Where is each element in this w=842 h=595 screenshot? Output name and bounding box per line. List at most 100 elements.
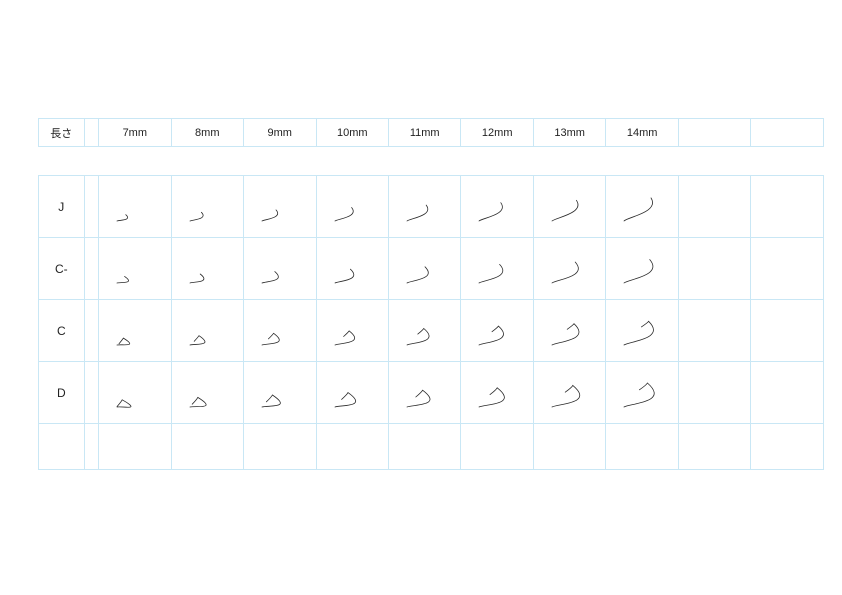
lash-icon [184, 181, 234, 231]
curl-type-label: C [39, 300, 85, 362]
lash-icon [111, 243, 161, 293]
lash-icon [329, 181, 379, 231]
lash-cell [388, 176, 460, 238]
lash-cell [99, 362, 171, 424]
lash-icon [111, 305, 161, 355]
lash-cell [461, 300, 533, 362]
lash-cell [99, 238, 171, 300]
lash-cell [533, 362, 605, 424]
lash-icon [256, 367, 306, 417]
header-label: 長さ [39, 119, 85, 147]
len-12: 12mm [461, 119, 533, 147]
lash-icon [401, 243, 451, 293]
lash-icon [184, 367, 234, 417]
lash-icon [618, 367, 668, 417]
lash-icon [473, 181, 523, 231]
lash-cell [171, 300, 243, 362]
empty-cell [316, 424, 388, 470]
row-spacer [84, 300, 98, 362]
lash-cell [244, 176, 316, 238]
lash-cell [461, 176, 533, 238]
lash-cell [316, 176, 388, 238]
empty-cell [461, 424, 533, 470]
lash-icon [401, 305, 451, 355]
lash-icon [473, 243, 523, 293]
len-11: 11mm [388, 119, 460, 147]
lash-cell [606, 176, 678, 238]
lash-cell [533, 300, 605, 362]
header-spacer [84, 119, 98, 147]
lash-icon [111, 181, 161, 231]
length-header-table: 長さ 7mm 8mm 9mm 10mm 11mm 12mm 13mm 14mm [38, 118, 824, 147]
lash-cell [461, 238, 533, 300]
row-spacer [84, 176, 98, 238]
empty-cell [678, 362, 750, 424]
len-14: 14mm [606, 119, 678, 147]
lash-cell [171, 238, 243, 300]
lash-cell [388, 300, 460, 362]
lash-icon [618, 181, 668, 231]
lash-icon [184, 243, 234, 293]
curl-type-label: C- [39, 238, 85, 300]
lash-cell [244, 238, 316, 300]
empty-cell [678, 300, 750, 362]
curl-type-label: D [39, 362, 85, 424]
empty-cell [751, 176, 824, 238]
curl-row: D [39, 362, 824, 424]
lash-cell [171, 176, 243, 238]
empty-cell [751, 362, 824, 424]
lash-icon [546, 181, 596, 231]
lash-cell [533, 176, 605, 238]
lash-icon [111, 367, 161, 417]
lash-icon [618, 243, 668, 293]
row-spacer [84, 238, 98, 300]
lash-icon [473, 305, 523, 355]
lash-cell [388, 362, 460, 424]
len-9: 9mm [244, 119, 316, 147]
empty-cell [678, 176, 750, 238]
header-trail-2 [751, 119, 824, 147]
empty-cell [606, 424, 678, 470]
header-row: 長さ 7mm 8mm 9mm 10mm 11mm 12mm 13mm 14mm [39, 119, 824, 147]
lash-icon [184, 305, 234, 355]
len-8: 8mm [171, 119, 243, 147]
lash-icon [618, 305, 668, 355]
empty-cell [99, 424, 171, 470]
lash-icon [546, 305, 596, 355]
lash-cell [606, 300, 678, 362]
curl-row: C [39, 300, 824, 362]
lash-icon [546, 243, 596, 293]
lash-icon [329, 305, 379, 355]
empty-cell [751, 238, 824, 300]
empty-cell [751, 424, 824, 470]
lash-icon [256, 243, 306, 293]
lash-icon [546, 367, 596, 417]
row-spacer [84, 362, 98, 424]
len-7: 7mm [99, 119, 171, 147]
empty-cell [751, 300, 824, 362]
spacer-row [39, 424, 824, 470]
empty-cell [678, 238, 750, 300]
lash-icon [401, 367, 451, 417]
empty-cell [388, 424, 460, 470]
curl-grid: JC-CD [38, 175, 824, 470]
lash-cell [461, 362, 533, 424]
lash-cell [244, 362, 316, 424]
lash-cell [533, 238, 605, 300]
lash-icon [473, 367, 523, 417]
empty-cell [244, 424, 316, 470]
lash-icon [256, 305, 306, 355]
lash-icon [256, 181, 306, 231]
lash-cell [316, 300, 388, 362]
lash-icon [401, 181, 451, 231]
lash-cell [316, 362, 388, 424]
len-10: 10mm [316, 119, 388, 147]
empty-cell [533, 424, 605, 470]
empty-cell [678, 424, 750, 470]
empty-cell [171, 424, 243, 470]
lash-cell [99, 300, 171, 362]
curl-type-label: J [39, 176, 85, 238]
empty-cell [84, 424, 98, 470]
lash-cell [244, 300, 316, 362]
lash-cell [606, 238, 678, 300]
